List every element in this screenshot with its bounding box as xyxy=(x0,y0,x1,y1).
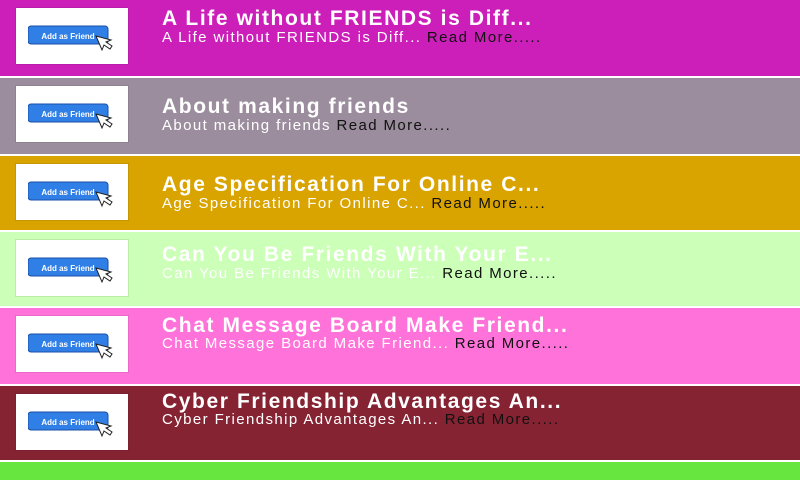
item-title: Can You Be Friends With Your E... xyxy=(162,243,553,266)
add-friend-thumbnail: Add as Friend xyxy=(16,240,128,296)
item-description: Chat Message Board Make Friend... Read M… xyxy=(162,336,722,352)
read-more-link[interactable]: Read More..... xyxy=(427,29,542,46)
add-friend-thumbnail: Add as Friend xyxy=(16,164,128,220)
add-friend-button-icon: Add as Friend xyxy=(28,103,113,130)
list-item[interactable]: Add as Friend Can You Be Friends With Yo… xyxy=(0,232,800,308)
read-more-link[interactable]: Read More..... xyxy=(455,335,570,352)
item-description: About making friends Read More..... xyxy=(162,118,762,134)
add-friend-thumbnail: Add as Friend xyxy=(16,394,128,450)
item-desc-text: Chat Message Board Make Friend... xyxy=(162,335,450,352)
read-more-link[interactable]: Read More..... xyxy=(445,411,560,428)
add-friend-button-icon: Add as Friend xyxy=(28,411,113,438)
thumbnail-label: Add as Friend xyxy=(41,188,94,197)
add-friend-button-icon: Add as Friend xyxy=(28,333,113,360)
read-more-link[interactable]: Read More..... xyxy=(431,195,546,212)
list-item[interactable]: Add as Friend A Life without FRIENDS is … xyxy=(0,0,800,78)
list-item[interactable]: Add as Friend Cyber Friendship Advantage… xyxy=(0,386,800,462)
list-item[interactable]: Add as Friend Chat Message Board Make Fr… xyxy=(0,308,800,386)
add-friend-button-icon: Add as Friend xyxy=(28,25,113,52)
item-desc-text: Cyber Friendship Advantages An... xyxy=(162,411,440,428)
item-description: Age Specification For Online C... Read M… xyxy=(162,196,762,212)
list-item-partial[interactable] xyxy=(0,462,800,480)
add-friend-button-icon: Add as Friend xyxy=(28,181,113,208)
item-desc-text: Can You Be Friends With Your E... xyxy=(162,265,437,282)
item-title: Chat Message Board Make Friend... xyxy=(162,314,569,337)
item-desc-text: Age Specification For Online C... xyxy=(162,195,426,212)
read-more-link[interactable]: Read More..... xyxy=(337,117,452,134)
thumbnail-label: Add as Friend xyxy=(41,110,94,119)
item-description: Cyber Friendship Advantages An... Read M… xyxy=(162,412,722,428)
item-title: Cyber Friendship Advantages An... xyxy=(162,390,563,413)
add-friend-button-icon: Add as Friend xyxy=(28,257,113,284)
item-title: A Life without FRIENDS is Diff... xyxy=(162,7,533,30)
item-desc-text: A Life without FRIENDS is Diff... xyxy=(162,29,422,46)
item-description: Can You Be Friends With Your E... Read M… xyxy=(162,266,722,282)
list-item[interactable]: Add as Friend About making friends About… xyxy=(0,78,800,156)
thumbnail-label: Add as Friend xyxy=(41,340,94,349)
add-friend-thumbnail: Add as Friend xyxy=(16,316,128,372)
add-friend-thumbnail: Add as Friend xyxy=(16,86,128,142)
item-desc-text: About making friends xyxy=(162,117,331,134)
item-title: Age Specification For Online C... xyxy=(162,173,541,196)
item-description: A Life without FRIENDS is Diff... Read M… xyxy=(162,30,762,46)
list-item[interactable]: Add as Friend Age Specification For Onli… xyxy=(0,156,800,232)
add-friend-thumbnail: Add as Friend xyxy=(16,8,128,64)
item-title: About making friends xyxy=(162,95,410,118)
thumbnail-label: Add as Friend xyxy=(41,32,94,41)
read-more-link[interactable]: Read More..... xyxy=(442,265,557,282)
thumbnail-label: Add as Friend xyxy=(41,264,94,273)
thumbnail-label: Add as Friend xyxy=(41,418,94,427)
